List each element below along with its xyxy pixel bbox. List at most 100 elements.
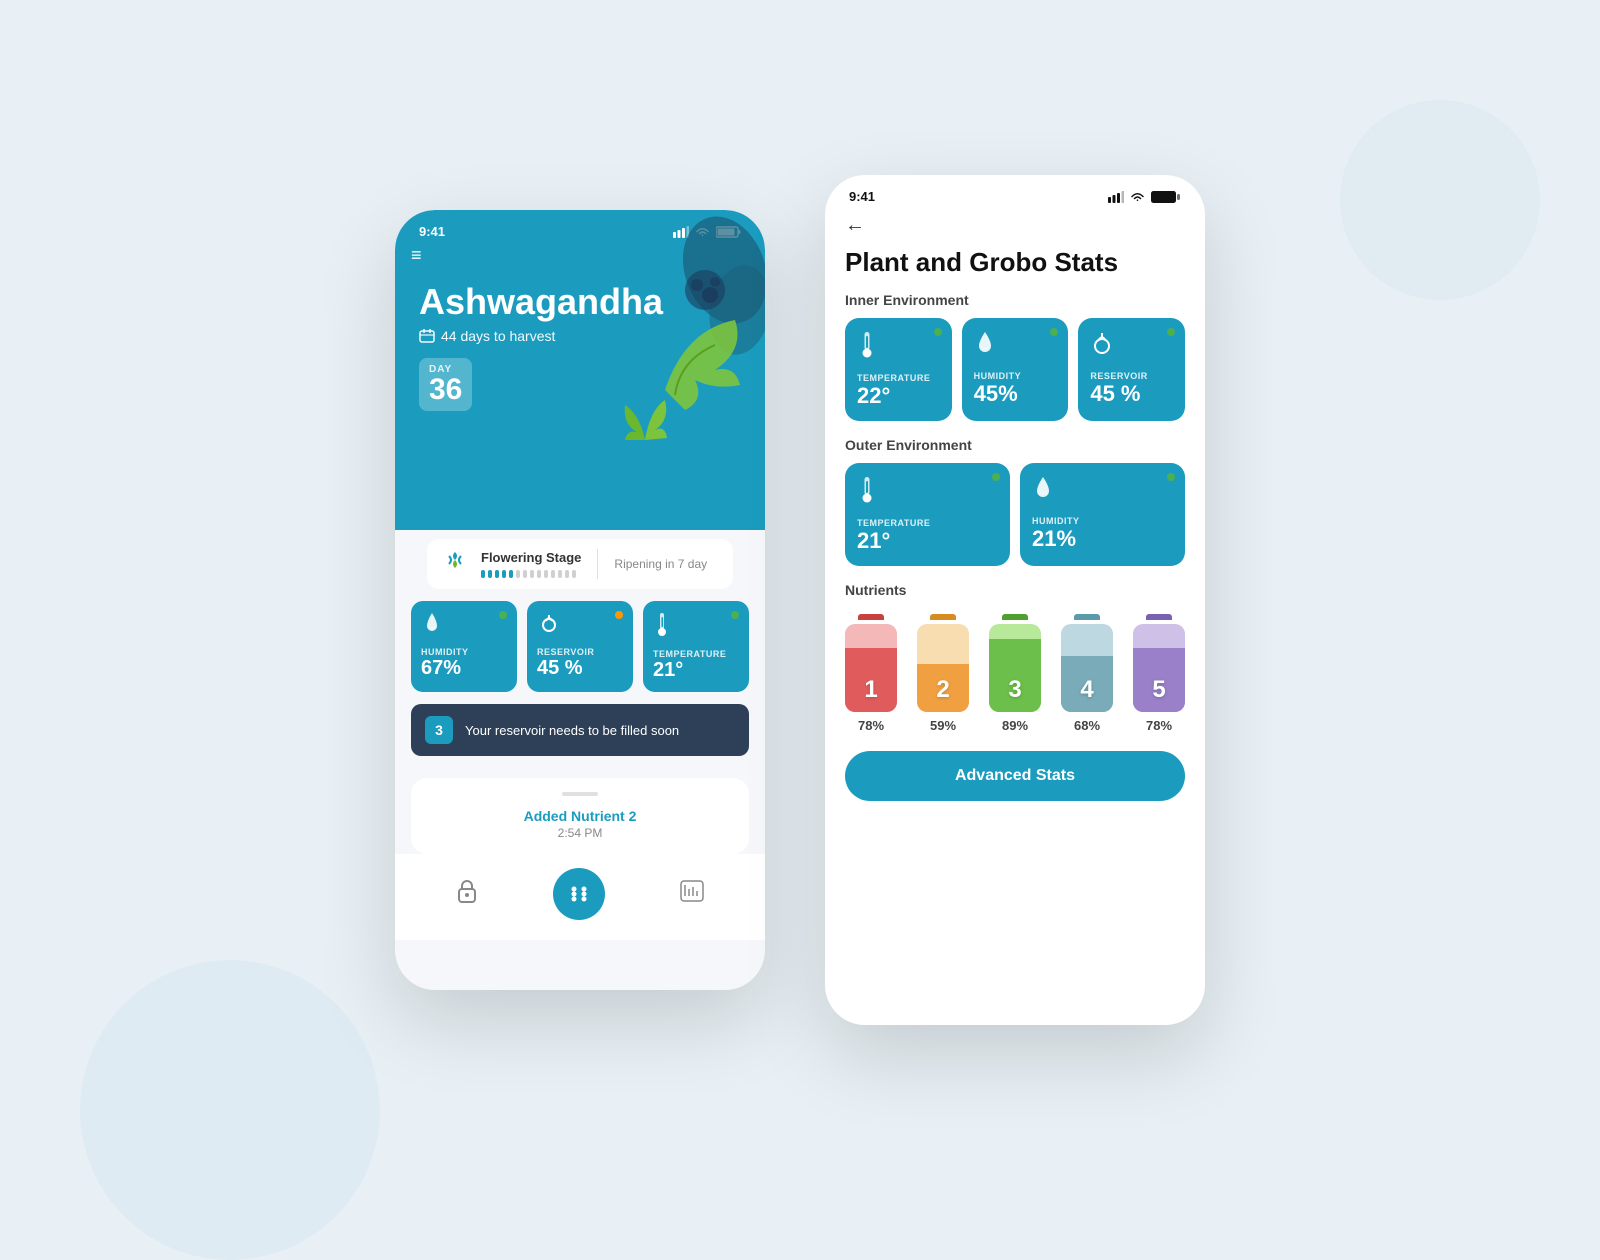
grid-nav-icon[interactable] — [553, 868, 605, 920]
lock-svg — [456, 878, 478, 904]
advanced-stats-button[interactable]: Advanced Stats — [845, 751, 1185, 801]
inner-env-cards: TEMPERATURE 22° HUMIDITY 45% — [825, 318, 1205, 437]
signal-icon — [673, 226, 689, 238]
phone2-status-icons — [1108, 190, 1181, 204]
outer-temp-svg — [857, 475, 877, 503]
phone1-status-bar: 9:41 — [395, 210, 765, 239]
stat-cards-row: HUMIDITY 67% RESERVOIR 45 % — [395, 589, 765, 704]
day-badge: DAY 36 — [419, 358, 472, 411]
battery-number-3: 3 — [1008, 676, 1021, 704]
reservoir-svg — [537, 611, 561, 635]
reservoir-label: RESERVOIR — [537, 647, 623, 657]
menu-icon[interactable]: ≡ — [395, 239, 765, 266]
nutrient-pct-3: 89% — [1002, 718, 1028, 733]
bg-decoration-right — [1340, 100, 1540, 300]
chart-nav-icon[interactable] — [680, 880, 704, 908]
nutrients-label: Nutrients — [845, 582, 1185, 606]
outer-temp-icon — [857, 475, 998, 510]
alert-text: Your reservoir needs to be filled soon — [465, 723, 679, 738]
nutrient-pct-2: 59% — [930, 718, 956, 733]
bg-decoration-left — [80, 960, 380, 1260]
phone2-status-bar: 9:41 — [825, 175, 1205, 204]
nutrient-item-5: 5 78% — [1133, 614, 1185, 733]
nutrients-section: Nutrients 1 78% 2 59% 3 89% 4 68% — [825, 582, 1205, 733]
humidity-dot — [499, 611, 507, 619]
temp-icon — [653, 611, 739, 643]
activity-prefix: Added — [524, 808, 571, 824]
inner-reservoir-svg — [1090, 330, 1114, 356]
inner-humidity-svg — [974, 330, 996, 356]
scene: 9:41 — [0, 0, 1600, 1200]
outer-humidity-label: HUMIDITY — [1032, 516, 1173, 526]
inner-humidity-icon — [974, 330, 1057, 363]
grobo-logo — [441, 550, 469, 572]
nutrient-item-3: 3 89% — [989, 614, 1041, 733]
humidity-value: 67% — [421, 657, 507, 680]
back-button[interactable]: ← — [825, 204, 1205, 247]
outer-env-label: Outer Environment — [825, 437, 1205, 463]
page-title: Plant and Grobo Stats — [825, 247, 1205, 292]
plant-name: Ashwagandha — [419, 282, 741, 322]
battery-body-2: 2 — [917, 624, 969, 712]
outer-humidity-dot — [1167, 473, 1175, 481]
temp-label: TEMPERATURE — [653, 649, 739, 659]
outer-humidity-svg — [1032, 475, 1054, 501]
nutrient-pct-5: 78% — [1146, 718, 1172, 733]
inner-reservoir-card: RESERVOIR 45 % — [1078, 318, 1185, 421]
phone1-time: 9:41 — [419, 224, 445, 239]
stat-card-humidity: HUMIDITY 67% — [411, 601, 517, 692]
inner-temp-card: TEMPERATURE 22° — [845, 318, 952, 421]
temp-dot — [731, 611, 739, 619]
signal-icon-2 — [1108, 191, 1124, 203]
outer-temp-dot — [992, 473, 1000, 481]
wifi-icon-2 — [1130, 191, 1145, 203]
inner-temp-label: TEMPERATURE — [857, 373, 940, 383]
nutrient-item-4: 4 68% — [1061, 614, 1113, 733]
stage-divider — [597, 549, 598, 579]
lock-nav-icon[interactable] — [456, 878, 478, 910]
phone-1: 9:41 — [395, 210, 765, 990]
phone1-header: 9:41 — [395, 210, 765, 530]
inner-reservoir-label: RESERVOIR — [1090, 371, 1173, 381]
outer-temp-value: 21° — [857, 528, 998, 554]
battery-number-2: 2 — [936, 676, 949, 704]
outer-humidity-card: HUMIDITY 21% — [1020, 463, 1185, 566]
phone1-nav — [395, 854, 765, 940]
wifi-icon — [695, 226, 710, 238]
battery-body-4: 4 — [1061, 624, 1113, 712]
inner-temp-dot — [934, 328, 942, 336]
battery-icon — [716, 226, 741, 238]
temp-value: 21° — [653, 659, 739, 682]
activity-card: Added Nutrient 2 2:54 PM — [411, 778, 749, 854]
outer-temp-label: TEMPERATURE — [857, 518, 998, 528]
stat-card-temp: TEMPERATURE 21° — [643, 601, 749, 692]
inner-humidity-dot — [1050, 328, 1058, 336]
temp-svg — [653, 611, 671, 637]
back-arrow-icon: ← — [845, 214, 865, 236]
harvest-row: 44 days to harvest — [419, 328, 741, 344]
stage-next: Ripening in 7 day — [614, 557, 707, 571]
battery-body-3: 3 — [989, 624, 1041, 712]
inner-temp-icon — [857, 330, 940, 365]
outer-env-cards: TEMPERATURE 21° HUMIDITY 21% — [825, 463, 1205, 582]
phone2-time: 9:41 — [849, 189, 875, 204]
card-handle — [562, 792, 598, 796]
phone-2: 9:41 ← — [825, 175, 1205, 1025]
grid-svg — [568, 883, 590, 905]
nutrient-item-1: 1 78% — [845, 614, 897, 733]
phone1-hero: Ashwagandha 44 days to harvest DAY 36 — [395, 266, 765, 411]
outer-temp-card: TEMPERATURE 21° — [845, 463, 1010, 566]
inner-temp-value: 22° — [857, 383, 940, 409]
inner-humidity-card: HUMIDITY 45% — [962, 318, 1069, 421]
calendar-icon — [419, 329, 435, 343]
day-number: 36 — [429, 375, 462, 405]
humidity-svg — [421, 611, 443, 635]
inner-humidity-value: 45% — [974, 381, 1057, 407]
nutrient-pct-1: 78% — [858, 718, 884, 733]
alert-number: 3 — [425, 716, 453, 744]
reservoir-icon — [537, 611, 623, 641]
inner-humidity-label: HUMIDITY — [974, 371, 1057, 381]
reservoir-dot — [615, 611, 623, 619]
inner-reservoir-value: 45 % — [1090, 381, 1173, 407]
activity-text: Added Nutrient 2 — [425, 808, 735, 824]
